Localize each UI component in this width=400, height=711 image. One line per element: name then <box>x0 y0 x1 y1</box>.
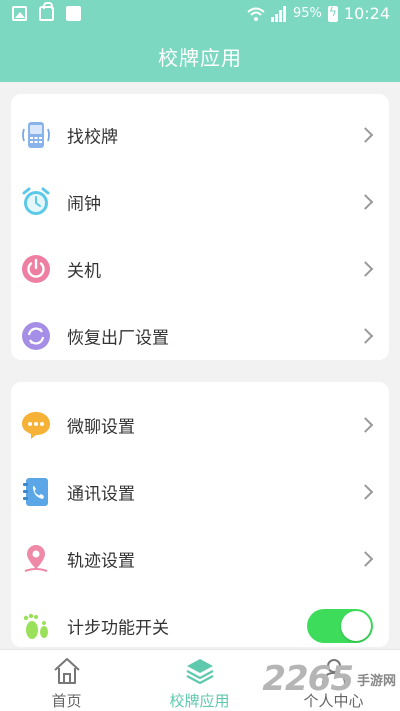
tab-label: 校牌应用 <box>169 692 230 710</box>
footprint-icon <box>23 613 48 639</box>
menu-item-shutdown[interactable]: 关机 <box>11 235 389 302</box>
chevron-right-icon <box>357 260 374 277</box>
menu-item-label: 找校牌 <box>67 127 118 147</box>
location-pin-icon <box>24 544 48 572</box>
status-notifications <box>12 2 81 21</box>
menu-item-track-settings[interactable]: 轨迹设置 <box>11 525 389 592</box>
pedometer-toggle[interactable] <box>307 608 373 643</box>
page-title: 校牌应用 <box>158 46 242 70</box>
battery-percent: 95% <box>292 6 322 21</box>
menu-item-label: 轨迹设置 <box>67 551 135 571</box>
app-header: 95% 10:24 校牌应用 <box>0 0 400 82</box>
status-system: 95% 10:24 <box>247 4 390 23</box>
power-icon <box>22 254 50 283</box>
signal-icon <box>270 5 286 22</box>
tab-label: 首页 <box>51 692 82 710</box>
refresh-icon <box>22 321 50 350</box>
status-bar: 95% 10:24 <box>0 0 400 30</box>
battery-charging-icon <box>327 5 338 22</box>
layers-icon <box>185 659 214 685</box>
chat-bubble-icon <box>22 411 50 439</box>
menu-item-chat-settings[interactable]: 微聊设置 <box>11 391 389 458</box>
clock: 10:24 <box>343 4 390 23</box>
gallery-notification-icon <box>12 6 27 21</box>
menu-item-contact-settings[interactable]: 通讯设置 <box>11 458 389 525</box>
app-notification-icon <box>66 6 81 21</box>
chevron-right-icon <box>357 193 374 210</box>
menu-item-label: 关机 <box>67 261 101 281</box>
chevron-right-icon <box>357 327 374 344</box>
tab-badge-apps[interactable]: 校牌应用 <box>133 650 266 711</box>
phone-device-icon <box>22 121 50 148</box>
home-icon <box>53 658 80 684</box>
menu-item-label: 闹钟 <box>67 194 101 214</box>
shopping-bag-notification-icon <box>39 2 54 21</box>
watermark: 2265 手游网 <box>262 659 396 699</box>
menu-item-find-badge[interactable]: 找校牌 <box>11 101 389 168</box>
wifi-icon <box>247 7 265 21</box>
menu-group-device: 找校牌 闹钟 关机 恢复出厂设置 <box>11 94 389 360</box>
menu-item-pedometer: 计步功能开关 <box>11 592 389 647</box>
tab-home[interactable]: 首页 <box>0 650 133 711</box>
chevron-right-icon <box>357 550 374 567</box>
toggle-knob <box>341 610 371 641</box>
chevron-right-icon <box>357 416 374 433</box>
menu-item-label: 计步功能开关 <box>67 618 169 638</box>
chevron-right-icon <box>357 483 374 500</box>
watermark-number: 2265 <box>262 659 354 699</box>
watermark-text: 手游网 <box>356 673 396 689</box>
menu-item-alarm[interactable]: 闹钟 <box>11 168 389 235</box>
menu-item-factory-reset[interactable]: 恢复出厂设置 <box>11 302 389 360</box>
menu-item-label: 通讯设置 <box>67 484 135 504</box>
contact-book-icon <box>23 477 48 506</box>
chevron-right-icon <box>357 126 374 143</box>
menu-item-label: 恢复出厂设置 <box>67 328 169 348</box>
alarm-clock-icon <box>22 187 50 215</box>
menu-group-settings: 微聊设置 通讯设置 轨迹设置 计步功能开关 <box>11 382 389 647</box>
menu-item-label: 微聊设置 <box>67 417 135 437</box>
